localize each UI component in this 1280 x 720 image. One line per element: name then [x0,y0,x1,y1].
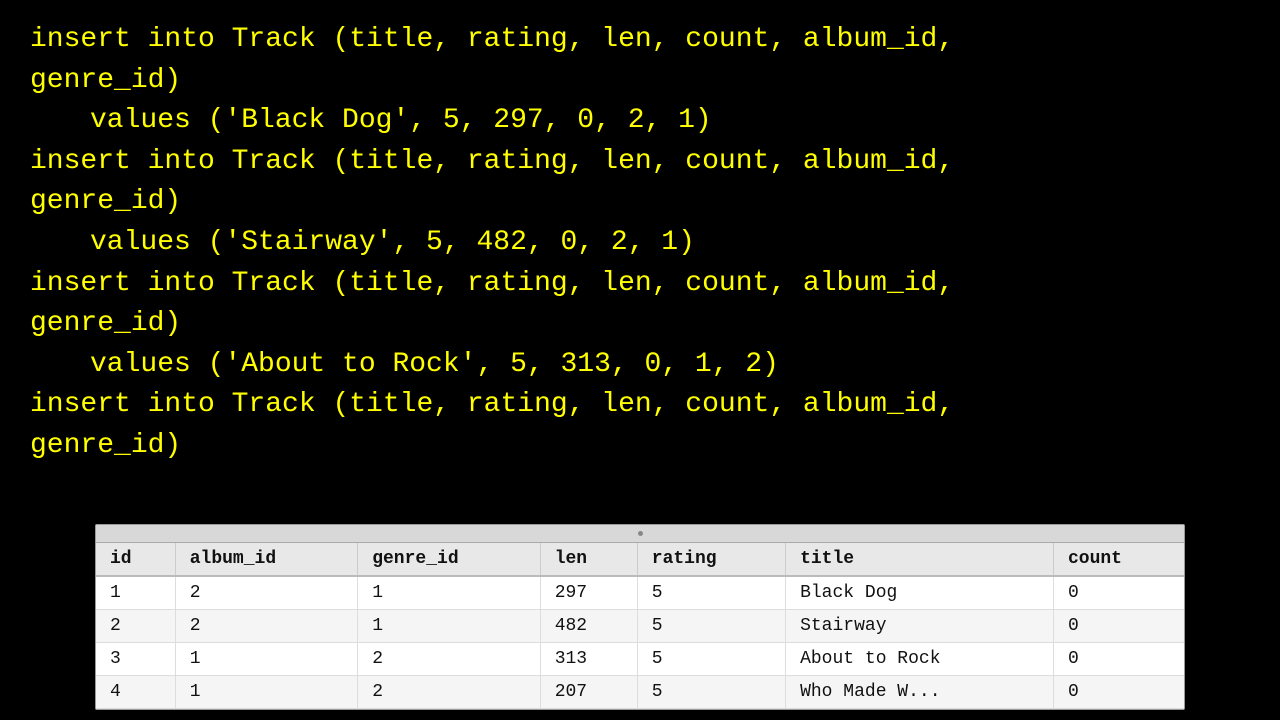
cell-rating: 5 [637,643,785,676]
code-line-10: insert into Track (title, rating, len, c… [30,385,1250,426]
result-table: id album_id genre_id len rating title co… [96,543,1184,709]
code-line-8: genre_id) [30,304,1250,345]
cell-rating: 5 [637,576,785,610]
cell-count: 0 [1053,576,1184,610]
table-row: 3123135About to Rock0 [96,643,1184,676]
cell-title: Who Made W... [786,676,1054,709]
col-header-title: title [786,543,1054,576]
cell-len: 207 [540,676,637,709]
cell-count: 0 [1053,610,1184,643]
cell-album_id: 2 [175,576,357,610]
result-table-panel: id album_id genre_id len rating title co… [95,524,1185,710]
code-line-9: values ('About to Rock', 5, 313, 0, 1, 2… [30,345,1250,386]
code-line-3: values ('Black Dog', 5, 297, 0, 2, 1) [30,101,1250,142]
cell-genre_id: 2 [358,676,540,709]
col-header-album-id: album_id [175,543,357,576]
cell-album_id: 2 [175,610,357,643]
col-header-len: len [540,543,637,576]
cell-genre_id: 1 [358,610,540,643]
cell-album_id: 1 [175,643,357,676]
cell-id: 4 [96,676,175,709]
cell-count: 0 [1053,676,1184,709]
cell-len: 313 [540,643,637,676]
code-line-2: genre_id) [30,61,1250,102]
cell-id: 3 [96,643,175,676]
code-line-7: insert into Track (title, rating, len, c… [30,264,1250,305]
cell-title: About to Rock [786,643,1054,676]
cell-album_id: 1 [175,676,357,709]
cell-genre_id: 1 [358,576,540,610]
code-line-6: values ('Stairway', 5, 482, 0, 2, 1) [30,223,1250,264]
cell-len: 297 [540,576,637,610]
table-title-dot [638,531,643,536]
code-line-5: genre_id) [30,182,1250,223]
cell-len: 482 [540,610,637,643]
table-header-row: id album_id genre_id len rating title co… [96,543,1184,576]
table-title-bar [96,525,1184,543]
col-header-id: id [96,543,175,576]
table-row: 1212975Black Dog0 [96,576,1184,610]
code-line-1: insert into Track (title, rating, len, c… [30,20,1250,61]
table-row: 4122075Who Made W...0 [96,676,1184,709]
cell-id: 1 [96,576,175,610]
col-header-count: count [1053,543,1184,576]
cell-title: Black Dog [786,576,1054,610]
cell-rating: 5 [637,610,785,643]
cell-id: 2 [96,610,175,643]
code-line-4: insert into Track (title, rating, len, c… [30,142,1250,183]
col-header-rating: rating [637,543,785,576]
code-block: insert into Track (title, rating, len, c… [0,0,1280,467]
col-header-genre-id: genre_id [358,543,540,576]
table-row: 2214825Stairway0 [96,610,1184,643]
cell-count: 0 [1053,643,1184,676]
cell-rating: 5 [637,676,785,709]
code-line-11: genre_id) [30,426,1250,467]
cell-title: Stairway [786,610,1054,643]
cell-genre_id: 2 [358,643,540,676]
